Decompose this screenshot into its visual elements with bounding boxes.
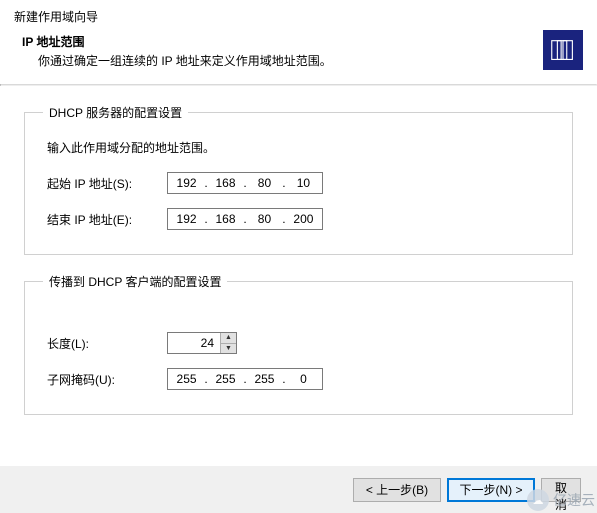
window-title: 新建作用域向导 (14, 8, 583, 25)
dhcp-client-settings-group: 传播到 DHCP 客户端的配置设置 长度(L): 24 ▲ ▼ 子网掩码(U):… (24, 273, 573, 415)
ip-octet[interactable]: 255 (248, 369, 281, 389)
start-ip-input[interactable]: 192 . 168 . 80 . 10 (167, 172, 323, 194)
ip-octet[interactable]: 80 (248, 173, 281, 193)
wizard-icon (543, 30, 583, 70)
end-ip-input[interactable]: 192 . 168 . 80 . 200 (167, 208, 323, 230)
mask-label: 子网掩码(U): (47, 371, 167, 388)
end-ip-row: 结束 IP 地址(E): 192 . 168 . 80 . 200 (47, 208, 554, 230)
next-button[interactable]: 下一步(N) > (447, 478, 535, 502)
group1-hint: 输入此作用域分配的地址范围。 (47, 139, 554, 156)
dhcp-server-settings-group: DHCP 服务器的配置设置 输入此作用域分配的地址范围。 起始 IP 地址(S)… (24, 104, 573, 255)
length-label: 长度(L): (47, 335, 167, 352)
ip-octet[interactable]: 10 (287, 173, 320, 193)
wizard-footer: < 上一步(B) 下一步(N) > 取消 (0, 465, 597, 513)
ip-octet[interactable]: 255 (209, 369, 242, 389)
length-input[interactable]: 24 ▲ ▼ (167, 332, 237, 354)
start-ip-label: 起始 IP 地址(S): (47, 175, 167, 192)
group1-legend: DHCP 服务器的配置设置 (43, 104, 188, 121)
wizard-window: 新建作用域向导 IP 地址范围 你通过确定一组连续的 IP 地址来定义作用域地址… (0, 0, 597, 513)
ip-octet[interactable]: 192 (170, 173, 203, 193)
ip-octet[interactable]: 192 (170, 209, 203, 229)
page-title: IP 地址范围 (22, 33, 583, 50)
start-ip-row: 起始 IP 地址(S): 192 . 168 . 80 . 10 (47, 172, 554, 194)
ip-octet[interactable]: 255 (170, 369, 203, 389)
back-button[interactable]: < 上一步(B) (353, 478, 441, 502)
length-row: 长度(L): 24 ▲ ▼ (47, 332, 554, 354)
wizard-body: DHCP 服务器的配置设置 输入此作用域分配的地址范围。 起始 IP 地址(S)… (0, 86, 597, 443)
group2-legend: 传播到 DHCP 客户端的配置设置 (43, 273, 227, 290)
mask-row: 子网掩码(U): 255 . 255 . 255 . 0 (47, 368, 554, 390)
ip-octet[interactable]: 80 (248, 209, 281, 229)
ip-octet[interactable]: 0 (287, 369, 320, 389)
ip-octet[interactable]: 168 (209, 173, 242, 193)
page-description: 你通过确定一组连续的 IP 地址来定义作用域地址范围。 (38, 52, 583, 69)
length-value[interactable]: 24 (168, 333, 220, 353)
ip-octet[interactable]: 200 (287, 209, 320, 229)
subnet-mask-input[interactable]: 255 . 255 . 255 . 0 (167, 368, 323, 390)
end-ip-label: 结束 IP 地址(E): (47, 211, 167, 228)
ip-octet[interactable]: 168 (209, 209, 242, 229)
spin-up-button[interactable]: ▲ (221, 333, 236, 344)
wizard-header: 新建作用域向导 IP 地址范围 你通过确定一组连续的 IP 地址来定义作用域地址… (0, 0, 597, 84)
cancel-button[interactable]: 取消 (541, 478, 581, 502)
spin-down-button[interactable]: ▼ (221, 344, 236, 354)
length-spinner: ▲ ▼ (220, 333, 236, 353)
